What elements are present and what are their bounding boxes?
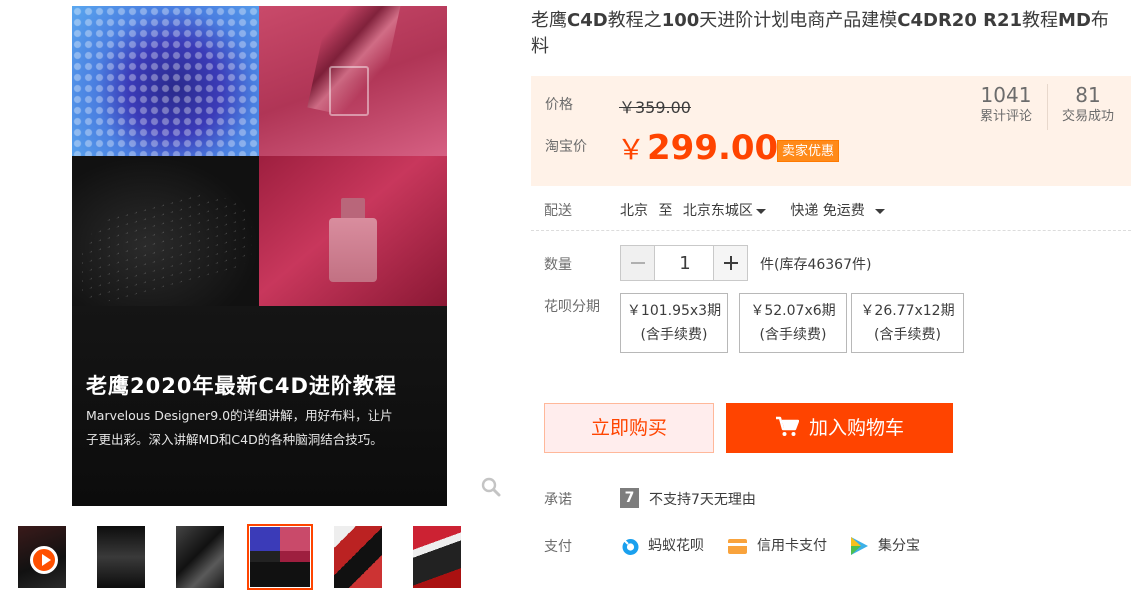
title-segment: 天进阶计划电商产品建模 xyxy=(699,10,898,31)
huabei-icon xyxy=(622,539,639,555)
price-panel: 价格 ￥359.00 淘宝价 ￥299.00 卖家优惠 1041 累计评论 81… xyxy=(531,76,1131,186)
increase-quantity-button[interactable] xyxy=(713,246,747,280)
seven-day-icon: 7 xyxy=(620,488,639,508)
reviews-stat[interactable]: 1041 累计评论 xyxy=(971,82,1041,126)
promise-label: 承诺 xyxy=(544,492,572,508)
installment-label: 花呗分期 xyxy=(544,299,600,315)
image-panel-bottle xyxy=(259,156,447,306)
cart-icon xyxy=(775,416,799,436)
payment-label: 支付 xyxy=(544,539,572,555)
installment-option-6[interactable]: ￥52.07x6期 (含手续费) xyxy=(739,293,847,353)
payment-jifenbao[interactable]: 集分宝 xyxy=(878,535,920,555)
banner-title: 老鹰2020年最新C4D进阶教程 xyxy=(86,374,397,398)
quantity-input[interactable] xyxy=(655,246,715,280)
installment-option-3[interactable]: ￥101.95x3期 (含手续费) xyxy=(620,293,728,353)
quantity-label: 数量 xyxy=(544,257,572,273)
play-icon[interactable] xyxy=(30,546,58,574)
sold-count: 81 xyxy=(1075,83,1101,107)
thumbnail-5[interactable] xyxy=(334,526,382,588)
title-segment: 老鹰 xyxy=(531,10,567,31)
original-price-label: 价格 xyxy=(545,97,573,113)
stat-divider xyxy=(1047,84,1048,130)
add-to-cart-button[interactable]: 加入购物车 xyxy=(726,403,953,453)
credit-card-icon xyxy=(728,539,747,554)
thumbnail-strip xyxy=(18,524,468,592)
reviews-count: 1041 xyxy=(980,83,1032,107)
section-divider xyxy=(531,230,1131,231)
reviews-label: 累计评论 xyxy=(979,109,1032,124)
video-thumbnail[interactable] xyxy=(18,526,66,588)
chevron-down-icon xyxy=(874,208,885,214)
stock-info: 件(库存46367件) xyxy=(760,257,872,273)
destination-select[interactable]: 北京东城区 xyxy=(683,203,766,219)
original-price: ￥359.00 xyxy=(619,98,691,117)
thumbnail-3[interactable] xyxy=(176,526,224,588)
image-panel-shoe xyxy=(72,156,259,306)
title-segment: MD xyxy=(1058,10,1091,31)
title-segment: 100 xyxy=(661,10,700,31)
thumbnail-4[interactable] xyxy=(247,524,313,590)
search-icon[interactable] xyxy=(481,477,501,497)
title-segment: 教程之 xyxy=(607,10,662,31)
current-price: ￥299.00 xyxy=(617,128,779,168)
jifenbao-icon xyxy=(851,537,868,555)
delivery-from: 北京 xyxy=(620,203,648,219)
chevron-down-icon xyxy=(755,208,766,214)
payment-huabei[interactable]: 蚂蚁花呗 xyxy=(648,535,704,555)
payment-credit-card[interactable]: 信用卡支付 xyxy=(757,535,827,555)
product-title: 老鹰C4D教程之100天进阶计划电商产品建模C4DR20 R21教程MD布料 xyxy=(531,8,1121,60)
sold-stat: 81 交易成功 xyxy=(1053,82,1123,126)
thumbnail-6[interactable] xyxy=(413,526,461,588)
title-segment: C4D xyxy=(567,10,608,31)
sold-label: 交易成功 xyxy=(1061,109,1114,124)
image-panel-glass xyxy=(259,6,447,156)
title-segment: C4DR20 R21 xyxy=(897,10,1023,31)
main-product-image[interactable]: 老鹰2020年最新C4D进阶教程 Marvelous Designer9.0的详… xyxy=(72,6,447,506)
title-segment: 教程 xyxy=(1022,10,1059,31)
delivery-label: 配送 xyxy=(544,203,572,219)
banner-description: Marvelous Designer9.0的详细讲解，用好布料，让片 子更出彩。… xyxy=(86,408,393,447)
thumbnail-2[interactable] xyxy=(97,526,145,588)
shipping-method-select[interactable]: 快递 免运费 xyxy=(790,203,885,219)
image-panel-spheres xyxy=(72,6,259,156)
delivery-to-word: 至 xyxy=(658,203,673,219)
taobao-price-label: 淘宝价 xyxy=(545,139,587,155)
quantity-stepper xyxy=(620,245,748,281)
promise-text[interactable]: 不支持7天无理由 xyxy=(649,489,756,509)
buy-now-button[interactable]: 立即购买 xyxy=(544,403,714,453)
delivery-info: 北京 至 北京东城区 快递 免运费 xyxy=(620,200,891,220)
installment-option-12[interactable]: ￥26.77x12期 (含手续费) xyxy=(851,293,964,353)
seller-discount-badge: 卖家优惠 xyxy=(777,140,840,162)
decrease-quantity-button[interactable] xyxy=(621,246,655,280)
